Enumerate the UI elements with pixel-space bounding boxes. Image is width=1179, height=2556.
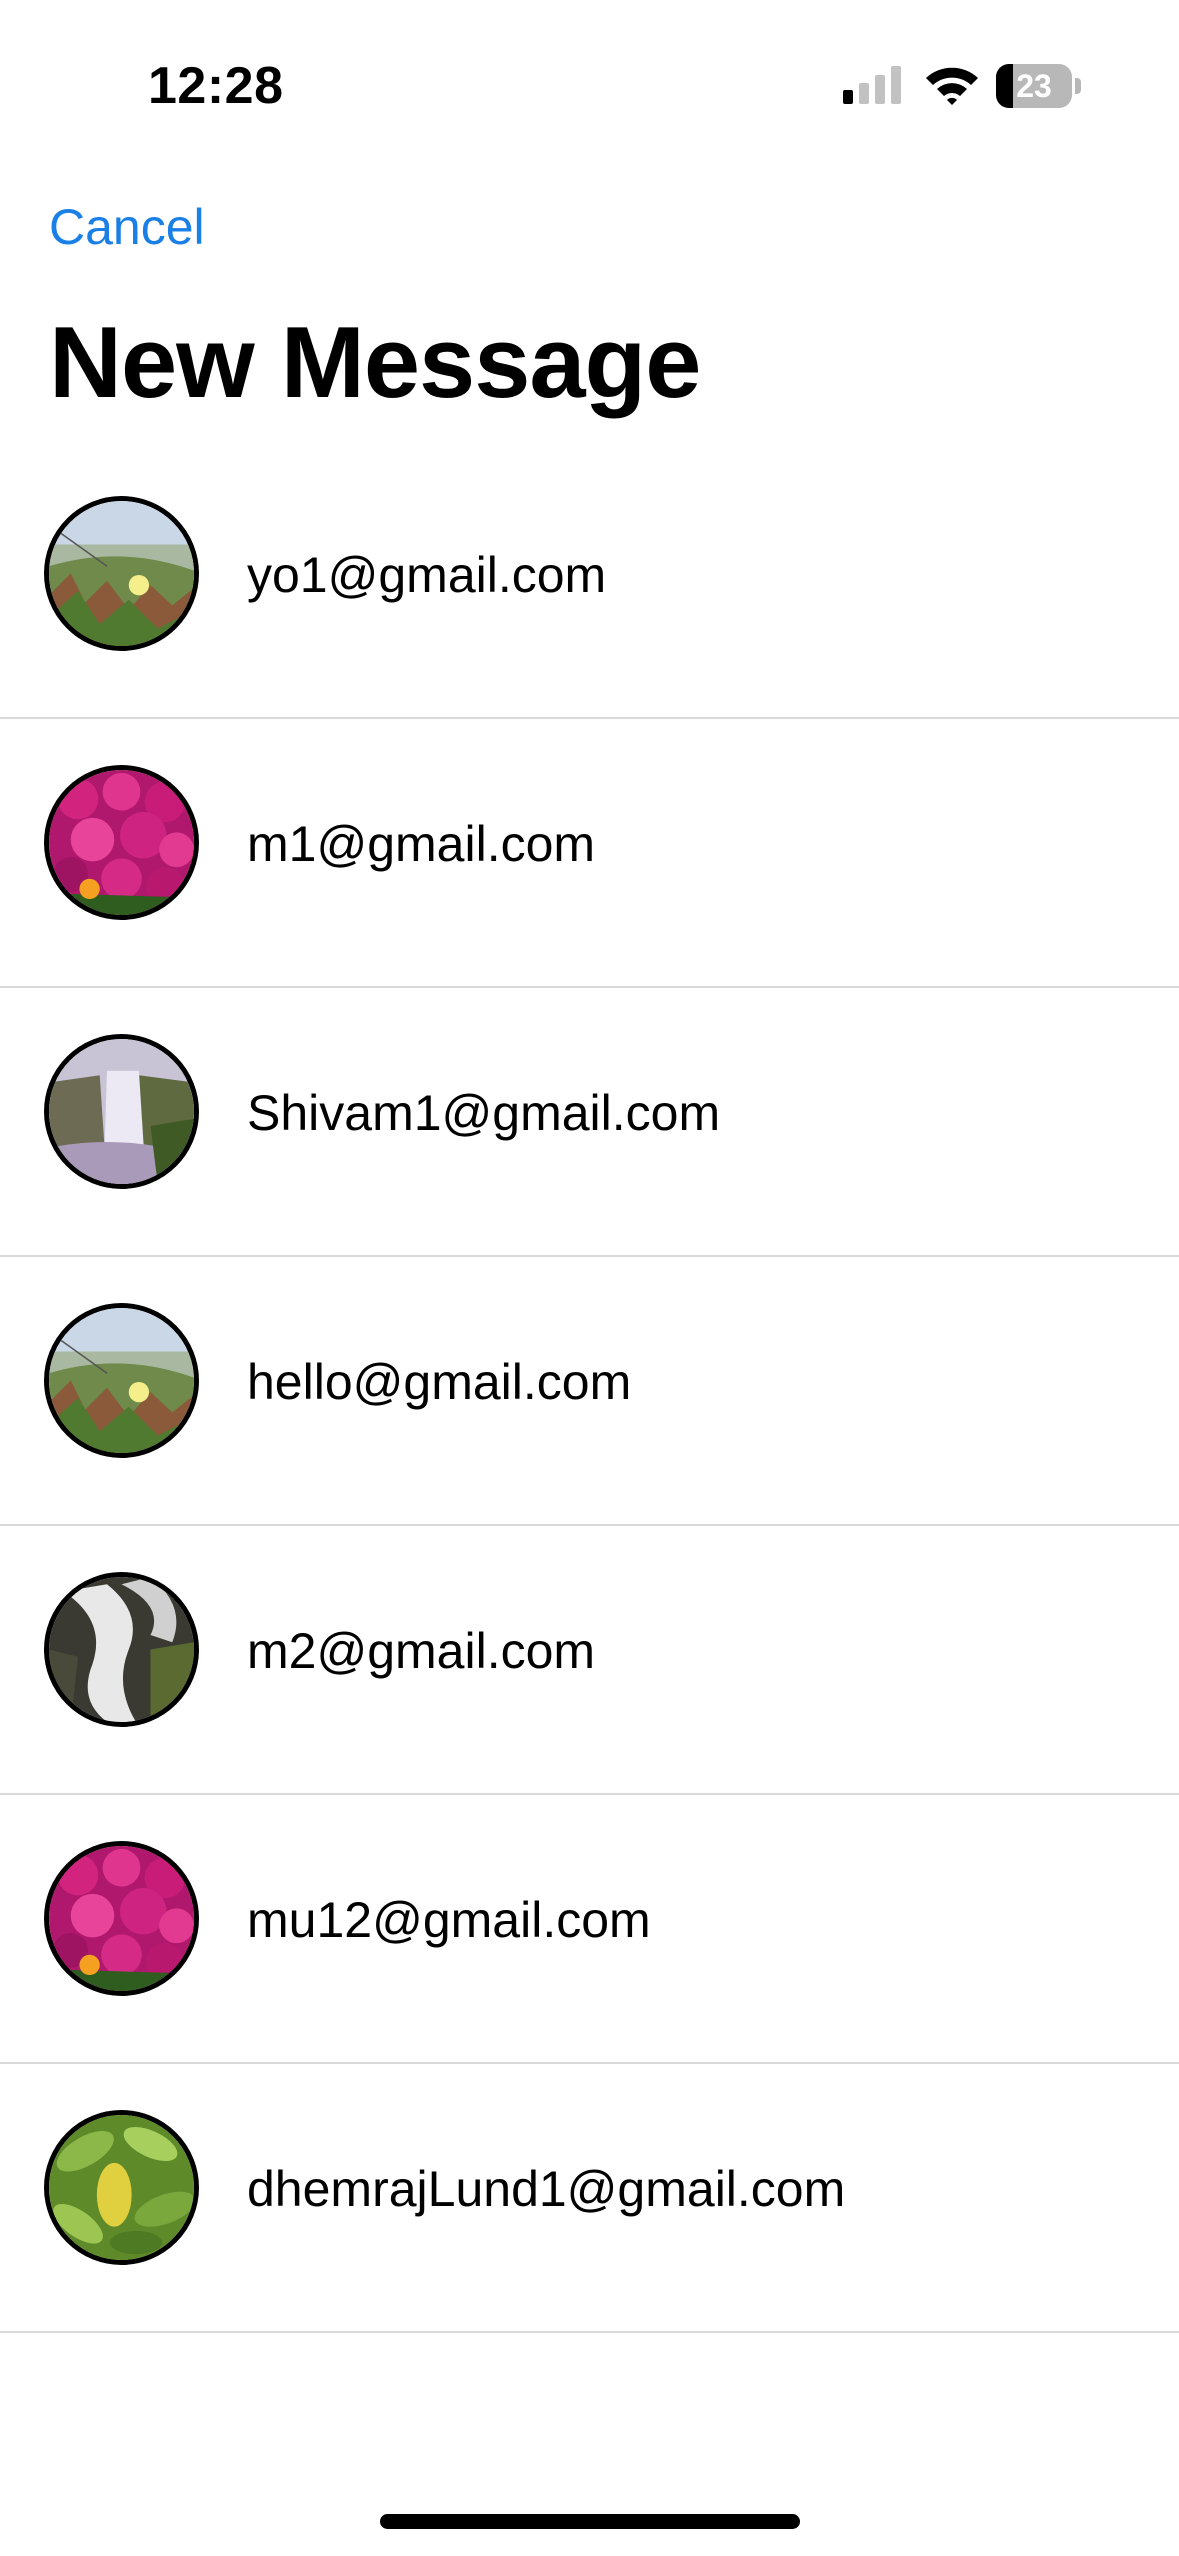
contact-row[interactable]: m1@gmail.com bbox=[0, 719, 1179, 988]
avatar bbox=[44, 765, 199, 920]
contact-email: m1@gmail.com bbox=[247, 816, 596, 872]
battery-level-text: 23 bbox=[1016, 68, 1052, 104]
contact-email: mu12@gmail.com bbox=[247, 1892, 651, 1948]
contact-row[interactable]: yo1@gmail.com bbox=[0, 450, 1179, 719]
contact-email: yo1@gmail.com bbox=[247, 547, 607, 603]
contact-email: hello@gmail.com bbox=[247, 1354, 632, 1410]
status-time: 12:28 bbox=[148, 57, 284, 115]
contact-email: Shivam1@gmail.com bbox=[247, 1085, 721, 1141]
page-title: New Message bbox=[49, 307, 701, 419]
cancel-button[interactable]: Cancel bbox=[49, 198, 205, 256]
avatar bbox=[44, 496, 199, 651]
contact-row[interactable]: m2@gmail.com bbox=[0, 1526, 1179, 1795]
contact-row[interactable]: dhemrajLund1@gmail.com bbox=[0, 2064, 1179, 2333]
wifi-icon bbox=[926, 67, 978, 105]
contact-email: m2@gmail.com bbox=[247, 1623, 596, 1679]
cellular-signal-icon bbox=[843, 66, 901, 104]
contact-row[interactable]: Shivam1@gmail.com bbox=[0, 988, 1179, 1257]
avatar bbox=[44, 1034, 199, 1189]
battery-icon: 23 bbox=[996, 64, 1082, 108]
contact-row[interactable]: hello@gmail.com bbox=[0, 1257, 1179, 1526]
avatar bbox=[44, 1303, 199, 1458]
avatar bbox=[44, 1572, 199, 1727]
avatar bbox=[44, 2110, 199, 2265]
avatar bbox=[44, 1841, 199, 1996]
home-indicator bbox=[380, 2514, 800, 2529]
contact-list: yo1@gmail.com m1@gmail.com Shivam1@gmail… bbox=[0, 450, 1179, 2333]
contact-email: dhemrajLund1@gmail.com bbox=[247, 2161, 846, 2217]
contact-row[interactable]: mu12@gmail.com bbox=[0, 1795, 1179, 2064]
status-bar: 12:28 23 bbox=[0, 0, 1179, 150]
